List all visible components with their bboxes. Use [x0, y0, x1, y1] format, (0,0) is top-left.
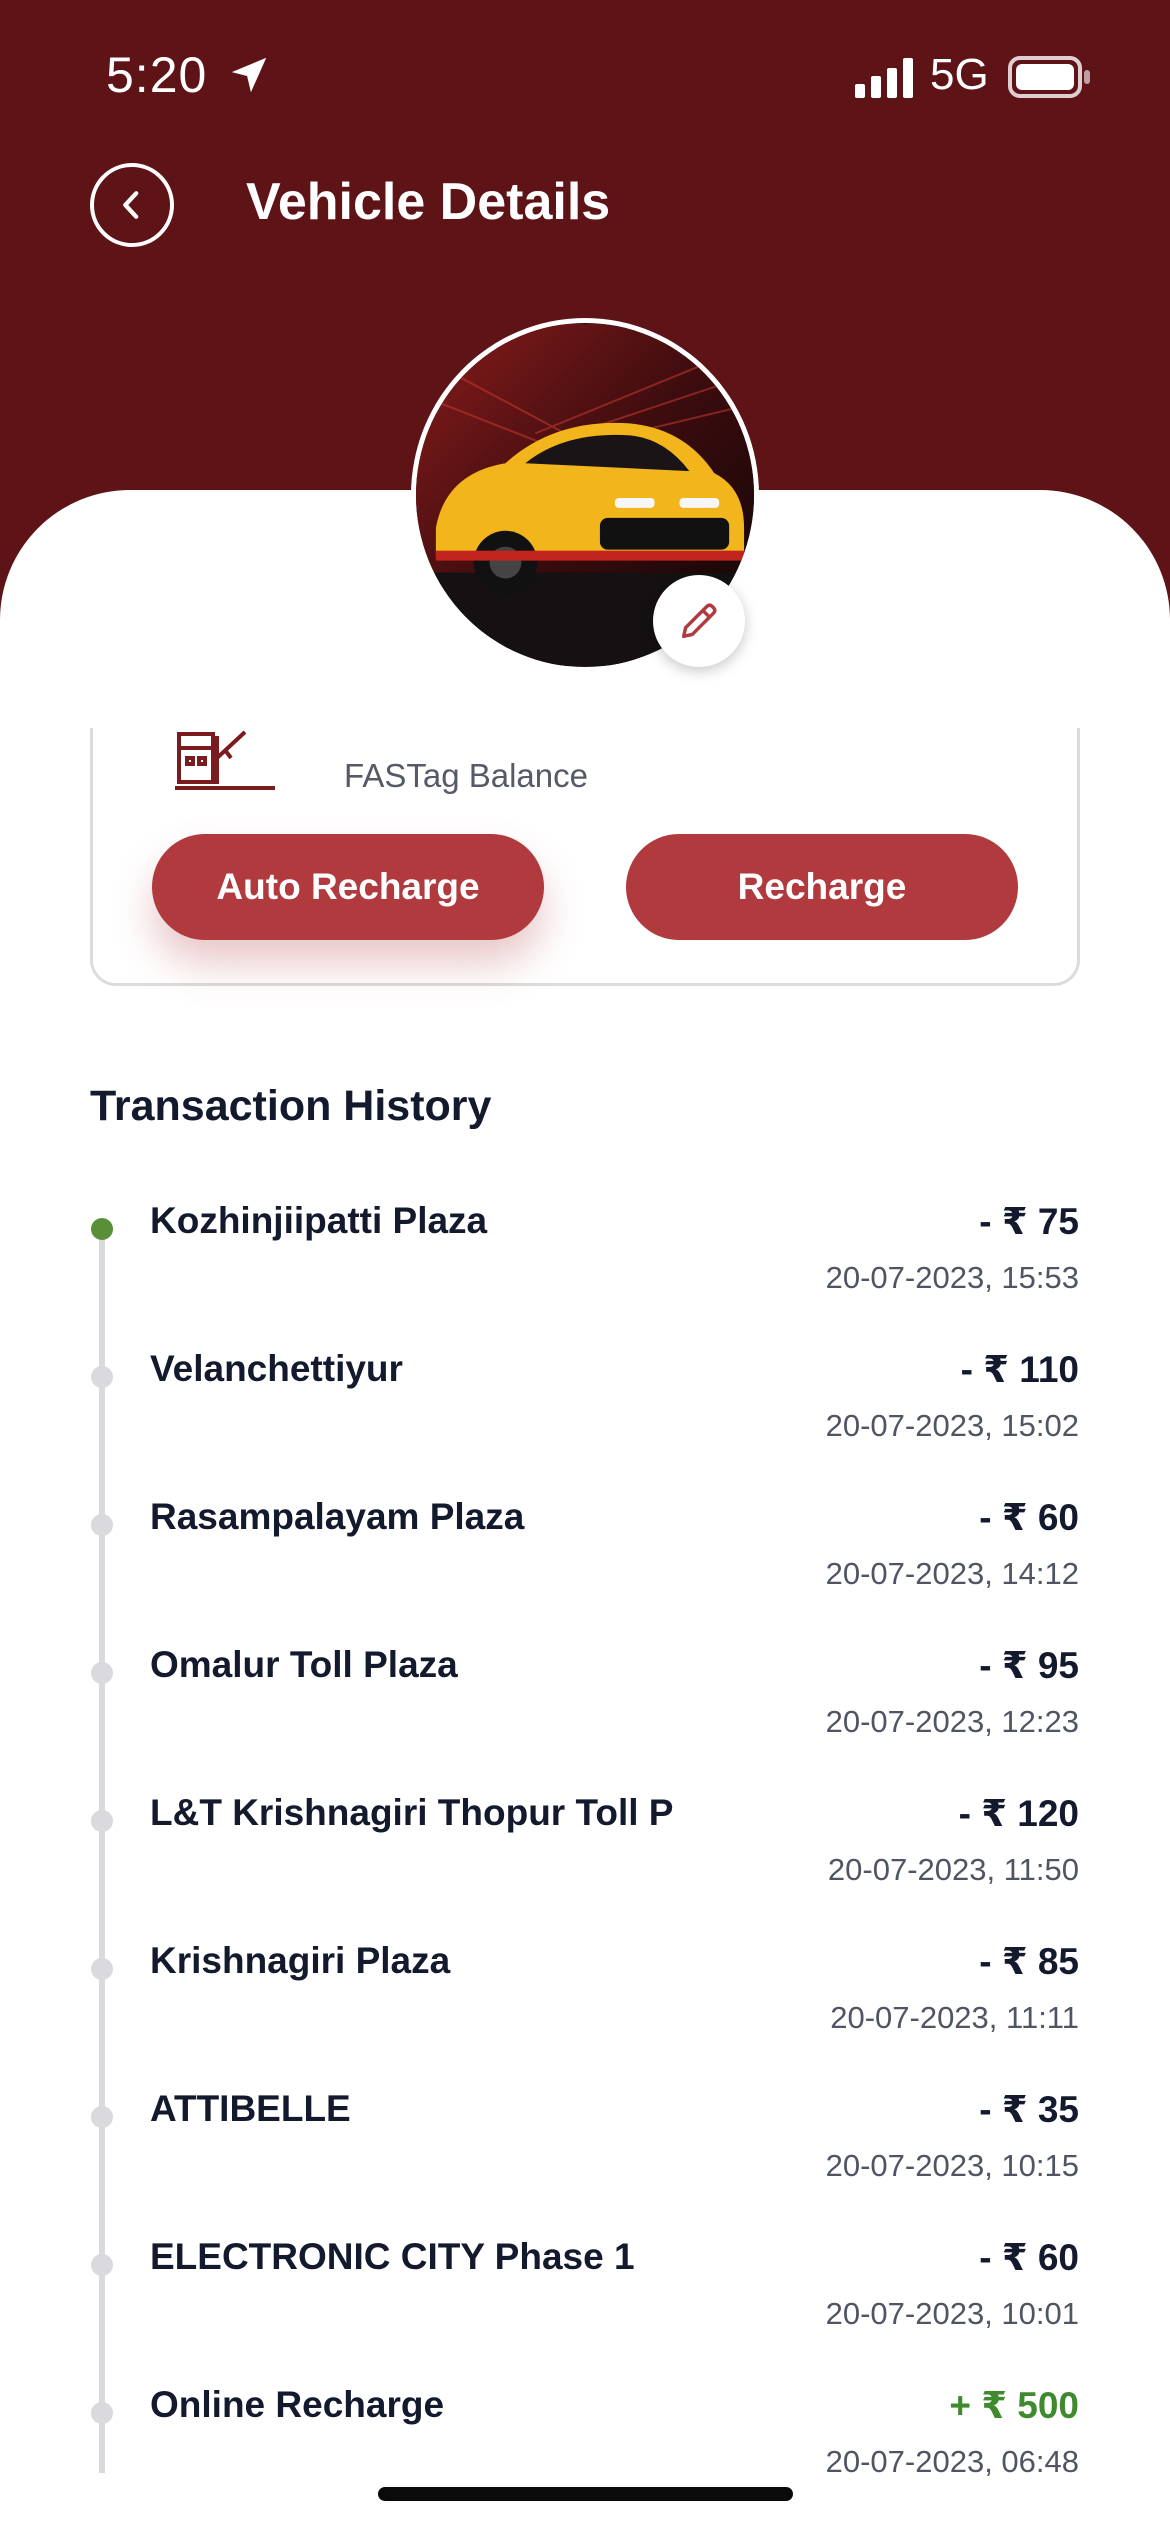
timeline-dot: [91, 1514, 113, 1536]
transaction-amount: - ₹ 60: [979, 2237, 1079, 2278]
status-time: 5:20: [106, 47, 208, 103]
transaction-amount: - ₹ 95: [979, 1645, 1079, 1686]
transaction-time: 20-07-2023, 14:12: [825, 1556, 1079, 1591]
transaction-name: ELECTRONIC CITY Phase 1: [150, 2236, 635, 2277]
fastag-balance-label: FASTag Balance: [344, 757, 588, 794]
transaction-time: 20-07-2023, 10:01: [825, 2296, 1079, 2331]
transaction-name: Velanchettiyur: [150, 1348, 403, 1389]
signal-icon: [855, 58, 913, 98]
toll-gate-icon: [175, 730, 275, 790]
auto-recharge-button[interactable]: Auto Recharge: [152, 834, 544, 940]
timeline-dot: [91, 1662, 113, 1684]
transaction-amount: - ₹ 85: [979, 1941, 1079, 1982]
timeline-dot: [91, 1218, 113, 1240]
transaction-time: 20-07-2023, 06:48: [825, 2444, 1079, 2479]
transaction-name: Kozhinjiipatti Plaza: [150, 1200, 488, 1241]
transaction-name: ATTIBELLE: [150, 2088, 351, 2129]
pencil-icon: [681, 603, 717, 639]
network-label: 5G: [930, 50, 989, 99]
location-arrow-icon: [231, 57, 267, 93]
transaction-amount: - ₹ 60: [979, 1497, 1079, 1538]
back-arrow-icon: [123, 191, 139, 219]
transaction-history-title: Transaction History: [90, 1082, 492, 1130]
transaction-amount: + ₹ 500: [949, 2385, 1079, 2426]
page-title: Vehicle Details: [246, 173, 611, 231]
timeline-dot: [91, 1366, 113, 1388]
battery-icon: [1008, 56, 1090, 98]
transaction-amount: - ₹ 35: [979, 2089, 1079, 2130]
home-indicator[interactable]: [378, 2487, 793, 2501]
transaction-time: 20-07-2023, 12:23: [825, 1704, 1079, 1739]
transaction-name: Krishnagiri Plaza: [150, 1940, 451, 1981]
transaction-time: 20-07-2023, 10:15: [825, 2148, 1079, 2183]
timeline-line: [99, 1228, 105, 2473]
transaction-name: L&T Krishnagiri Thopur Toll P: [150, 1792, 674, 1833]
transaction-time: 20-07-2023, 11:50: [827, 1852, 1079, 1887]
edit-photo-button[interactable]: [653, 575, 745, 667]
timeline-dot: [91, 1810, 113, 1832]
recharge-button[interactable]: Recharge: [626, 834, 1018, 940]
back-button[interactable]: [90, 163, 174, 247]
transaction-time: 20-07-2023, 15:53: [825, 1260, 1079, 1295]
timeline-dot: [91, 2402, 113, 2424]
timeline-dot: [91, 2254, 113, 2276]
transaction-name: Omalur Toll Plaza: [150, 1644, 458, 1685]
transaction-amount: - ₹ 120: [958, 1793, 1079, 1834]
transaction-name: Rasampalayam Plaza: [150, 1496, 525, 1537]
transaction-amount: - ₹ 75: [979, 1201, 1079, 1242]
transaction-time: 20-07-2023, 15:02: [825, 1408, 1079, 1443]
transaction-name: Online Recharge: [150, 2384, 445, 2425]
timeline-dot: [91, 2106, 113, 2128]
transaction-amount: - ₹ 110: [960, 1349, 1079, 1390]
transaction-time: 20-07-2023, 11:11: [830, 2000, 1079, 2035]
timeline-dot: [91, 1958, 113, 1980]
